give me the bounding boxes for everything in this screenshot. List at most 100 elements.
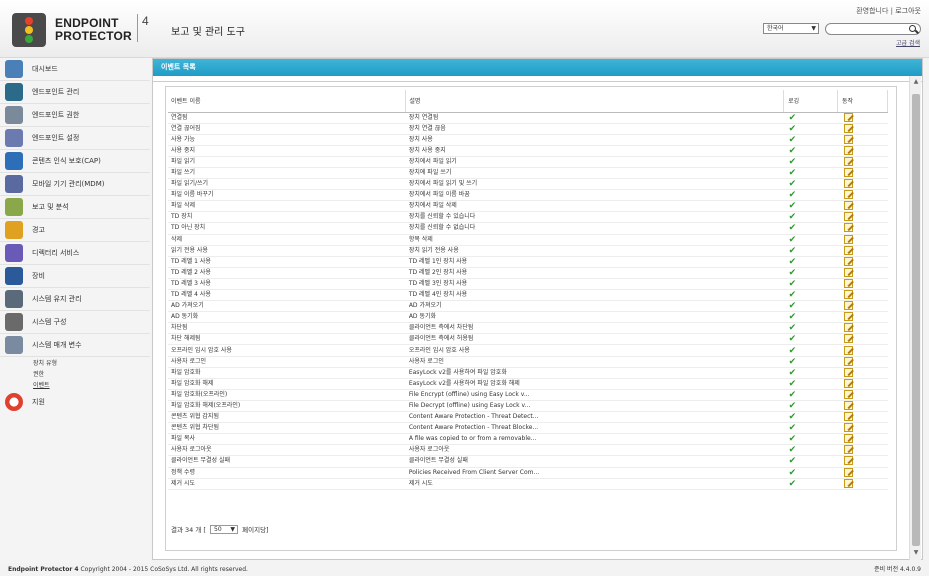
scroll-up-icon[interactable]: ▲ — [910, 78, 922, 87]
sidebar-item-7[interactable]: 보고 및 분석 — [0, 196, 150, 219]
edit-icon[interactable] — [843, 290, 853, 300]
checkmark-icon: ✔ — [788, 112, 797, 123]
event-name-cell: TD 아닌 장치 — [168, 222, 406, 235]
footer-version: 준비 버전 4.4.0.9 — [874, 563, 921, 576]
logging-enabled-cell: ✔ — [783, 444, 838, 457]
checkmark-icon: ✔ — [788, 323, 797, 334]
sidebar-item-12[interactable]: 시스템 구성 — [0, 311, 150, 334]
edit-icon[interactable] — [843, 201, 853, 211]
sidebar-item-9[interactable]: 디렉터리 서비스 — [0, 242, 150, 265]
event-description-cell: 장치에서 파일 읽기 — [405, 156, 784, 168]
edit-icon[interactable] — [843, 400, 853, 410]
edit-icon[interactable] — [843, 278, 853, 288]
checkmark-icon: ✔ — [788, 445, 797, 456]
edit-icon[interactable] — [843, 389, 853, 399]
table-row: 파일 이름 바꾸기 장치에서 파일 이름 바꿈 ✔ — [168, 189, 888, 202]
event-name-cell: 파일 암호화 — [168, 367, 406, 379]
sidebar-subitem-1[interactable]: 장치 유형 — [33, 358, 57, 367]
event-description-cell: EasyLock v2를 사용하여 파일 암호화 — [405, 367, 784, 379]
edit-icon[interactable] — [843, 445, 853, 455]
vertical-scrollbar[interactable]: ▲ ▼ — [909, 76, 921, 560]
edit-icon[interactable] — [843, 145, 853, 155]
edit-icon[interactable] — [843, 467, 853, 477]
table-row: TD 아닌 장치 장치를 신뢰할 수 없습니다 ✔ — [168, 222, 888, 235]
page-size-select[interactable]: 50 ▼ — [210, 525, 239, 534]
edit-icon[interactable] — [843, 367, 853, 377]
endpoint-settings-icon — [5, 129, 23, 147]
column-logging[interactable]: 로깅 — [783, 90, 839, 113]
edit-icon[interactable] — [843, 478, 853, 488]
event-description-cell: Content Aware Protection - Threat Blocke… — [405, 422, 784, 435]
logging-enabled-cell: ✔ — [783, 378, 838, 390]
checkmark-icon: ✔ — [788, 345, 797, 356]
search-icon[interactable] — [909, 25, 916, 32]
sidebar-item-5[interactable]: 콘텐츠 인식 보호(CAP) — [0, 150, 150, 173]
edit-icon[interactable] — [843, 179, 853, 189]
edit-icon[interactable] — [843, 212, 853, 222]
edit-icon[interactable] — [843, 323, 853, 333]
scroll-down-icon[interactable]: ▼ — [910, 549, 922, 558]
bracket-open: [ — [203, 525, 206, 534]
sidebar-item-11[interactable]: 시스템 유지 관리 — [0, 288, 150, 311]
edit-icon[interactable] — [843, 267, 853, 277]
sidebar-subitem-3[interactable]: 이벤트 — [33, 380, 50, 389]
edit-icon[interactable] — [843, 423, 853, 433]
edit-icon[interactable] — [843, 223, 853, 233]
sidebar-item-13[interactable]: 시스템 매개 변수 — [0, 334, 150, 357]
edit-icon[interactable] — [843, 190, 853, 200]
search-input[interactable] — [825, 23, 921, 35]
footer: Endpoint Protector 4 Copyright 2004 - 20… — [0, 563, 929, 576]
sidebar-item-support[interactable]: 지원 — [0, 391, 150, 414]
checkmark-icon: ✔ — [788, 423, 797, 434]
sidebar-item-2[interactable]: 엔드포인트 관리 — [0, 81, 150, 104]
sidebar-item-6[interactable]: 모바일 기기 관리(MDM) — [0, 173, 150, 196]
edit-icon[interactable] — [843, 123, 853, 133]
sidebar-subitem-2[interactable]: 권한 — [33, 369, 44, 378]
sidebar-item-1[interactable]: 대시보드 — [0, 58, 150, 81]
edit-icon[interactable] — [843, 345, 853, 355]
logging-enabled-cell: ✔ — [783, 467, 838, 479]
edit-icon[interactable] — [843, 456, 853, 466]
event-description-cell: 클라이언트 측에서 차단됨 — [405, 322, 784, 335]
language-select[interactable]: 한국어 ▼ — [763, 23, 819, 34]
edit-icon[interactable] — [843, 112, 853, 122]
appliance-icon — [5, 267, 23, 285]
edit-icon[interactable] — [843, 134, 853, 144]
edit-icon[interactable] — [843, 378, 853, 388]
logging-enabled-cell: ✔ — [783, 422, 838, 435]
version-number: 버전 4.4.0.9 — [887, 566, 921, 573]
edit-icon[interactable] — [843, 434, 853, 444]
pager: 결과 34 개 [ 50 ▼ 페이지당] — [171, 524, 269, 534]
logging-enabled-cell: ✔ — [783, 145, 838, 157]
edit-icon[interactable] — [843, 156, 853, 166]
event-name-cell: 클라이언트 무결성 실패 — [168, 455, 406, 468]
action-cell — [837, 367, 888, 379]
sidebar-item-3[interactable]: 엔드포인트 권한 — [0, 104, 150, 127]
logging-enabled-cell: ✔ — [783, 433, 838, 446]
edit-icon[interactable] — [843, 356, 853, 366]
sidebar-item-4[interactable]: 엔드포인트 설정 — [0, 127, 150, 150]
reports-icon — [5, 198, 23, 216]
checkmark-icon: ✔ — [788, 134, 797, 145]
column-description[interactable]: 설명 — [405, 90, 785, 113]
edit-icon[interactable] — [843, 168, 853, 178]
table-row: 차단 해제됨 클라이언트 측에서 허용됨 ✔ — [168, 333, 888, 346]
action-cell — [837, 311, 888, 324]
edit-icon[interactable] — [843, 245, 853, 255]
edit-icon[interactable] — [843, 256, 853, 266]
logout-link[interactable]: 로그아웃 — [895, 7, 921, 15]
edit-icon[interactable] — [843, 301, 853, 311]
sidebar-item-8[interactable]: 경고 — [0, 219, 150, 242]
event-description-cell: AD 가져오기 — [405, 300, 784, 313]
sidebar-item-label: 시스템 유지 관리 — [32, 295, 82, 303]
directory-services-icon — [5, 244, 23, 262]
scrollbar-thumb[interactable] — [912, 94, 920, 546]
sidebar-item-10[interactable]: 장비 — [0, 265, 150, 288]
advanced-search-link[interactable]: 고급 검색 — [896, 38, 920, 47]
edit-icon[interactable] — [843, 334, 853, 344]
edit-icon[interactable] — [843, 234, 853, 244]
edit-icon[interactable] — [843, 412, 853, 422]
edit-icon[interactable] — [843, 312, 853, 322]
column-event-name[interactable]: 이벤트 이름 — [168, 90, 407, 113]
table-row: TD 레벨 1 사용 TD 레벨 1인 장치 사용 ✔ — [168, 256, 888, 268]
